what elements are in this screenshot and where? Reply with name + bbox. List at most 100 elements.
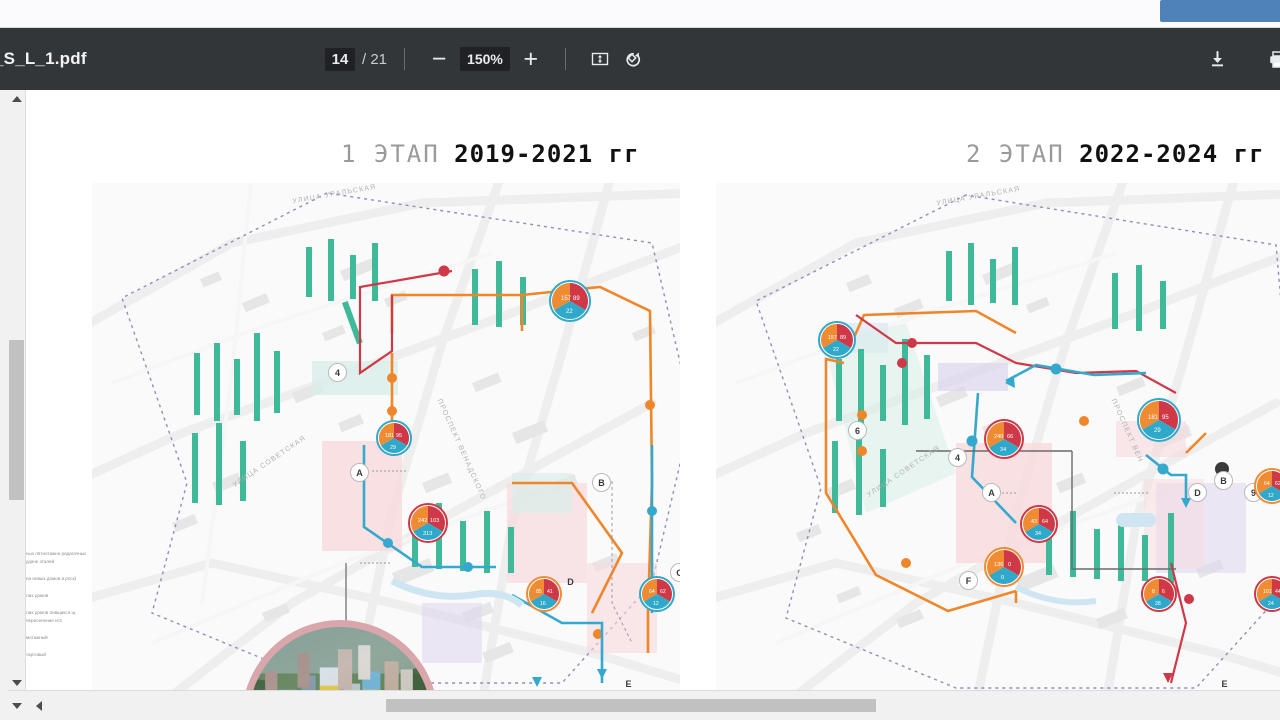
side-note: лих домов <box>26 593 49 599</box>
horizontal-scrollbar-thumb[interactable] <box>386 699 876 712</box>
pie-marker[interactable]: 85 41 16 <box>526 576 562 612</box>
page-count-label: / 21 <box>362 50 388 68</box>
svg-text:103: 103 <box>430 518 439 524</box>
toolbar-divider-2 <box>564 48 566 70</box>
rotate-button[interactable] <box>617 42 651 76</box>
stage-2-heading: 2 ЭТАП 2022-2024 гг <box>966 140 1265 168</box>
svg-text:181: 181 <box>1148 415 1159 421</box>
pie-marker[interactable]: 43 64 34 <box>1020 505 1058 543</box>
pie-marker[interactable]: 157 89 22 <box>818 321 856 359</box>
zoom-out-button[interactable]: − <box>422 42 456 76</box>
pie-chart-icon: 157 89 22 <box>818 321 856 359</box>
print-button[interactable] <box>1260 42 1280 76</box>
svg-text:66: 66 <box>1007 434 1013 440</box>
block-label-4[interactable]: 4 <box>328 363 347 382</box>
pie-marker[interactable]: 181 95 29 <box>376 420 412 456</box>
stage-1-years: 2019-2021 гг <box>454 140 640 168</box>
stage-1-heading: 1 ЭТАП 2019-2021 гг <box>341 140 640 168</box>
block-label-d[interactable]: D <box>1188 483 1207 502</box>
svg-text:313: 313 <box>423 531 432 537</box>
zoom-level-input[interactable]: 150% <box>460 47 510 71</box>
svg-text:43: 43 <box>1031 519 1037 525</box>
pie-marker[interactable]: 8 6 28 <box>1141 576 1177 612</box>
svg-text:89: 89 <box>573 296 580 302</box>
svg-text:240: 240 <box>994 434 1003 440</box>
svg-text:95: 95 <box>396 433 402 439</box>
side-note: на новых домов и рпск) <box>26 576 77 582</box>
stage-2-number: 2 ЭТАП <box>966 140 1065 168</box>
download-button[interactable] <box>1200 42 1234 76</box>
vertical-scrollbar[interactable] <box>8 90 26 691</box>
triangle-up-icon <box>11 95 22 102</box>
toolbar-right-group <box>1200 42 1280 76</box>
vertical-scrollbar-thumb[interactable] <box>9 340 24 500</box>
triangle-left-icon <box>35 700 42 711</box>
pie-marker[interactable]: 181 95 29 <box>1137 398 1181 442</box>
svg-text:157: 157 <box>561 296 572 302</box>
map-stage-1[interactable]: УЛИЦА УРАЛЬСКАЯ ПРОСПЕКТ ВЕНАДСКОГО УЛИЦ… <box>92 183 680 691</box>
block-label-d[interactable]: D <box>562 573 579 590</box>
scroll-down-button[interactable] <box>8 674 25 691</box>
pie-chart-icon: 181 95 29 <box>376 420 412 456</box>
pie-marker[interactable]: 136 0 0 <box>984 547 1024 587</box>
block-label-f[interactable]: F <box>959 571 978 590</box>
block-label-e[interactable]: E <box>1216 675 1233 691</box>
browser-top-action-button[interactable] <box>1160 0 1280 22</box>
toolbar-center-group: 14 / 21 − 150% + <box>325 42 651 76</box>
rotate-icon <box>626 51 641 67</box>
svg-text:95: 95 <box>1162 415 1169 421</box>
stage-2-years: 2022-2024 гг <box>1079 140 1265 168</box>
svg-text:12: 12 <box>1268 493 1274 499</box>
triangle-down-icon <box>11 679 22 686</box>
document-title: _S_L_1.pdf <box>0 49 87 68</box>
scroll-left-button[interactable] <box>30 697 47 714</box>
page-number-input[interactable]: 14 <box>325 47 355 71</box>
pie-chart-icon: 43 64 34 <box>1020 505 1058 543</box>
svg-text:16: 16 <box>540 601 546 607</box>
svg-text:157: 157 <box>828 335 837 341</box>
pie-marker[interactable]: 242 103 313 <box>408 503 448 543</box>
pie-marker[interactable]: 240 66 34 <box>984 419 1024 459</box>
svg-text:242: 242 <box>418 518 427 524</box>
block-label-4[interactable]: 4 <box>948 448 967 467</box>
fit-to-page-button[interactable] <box>583 42 617 76</box>
svg-text:101: 101 <box>1263 589 1272 595</box>
svg-text:22: 22 <box>566 309 573 315</box>
download-icon <box>1211 50 1223 66</box>
svg-text:34: 34 <box>1000 447 1006 453</box>
svg-text:62: 62 <box>1275 481 1280 487</box>
svg-text:28: 28 <box>1155 601 1161 607</box>
map-stage-2[interactable]: УЛИЦА УРАЛЬСКАЯ ПРОСПЕКТ ВЕН УЛИЦА СОВЕТ… <box>716 183 1280 691</box>
aerial-photo-stage-1 <box>242 620 438 691</box>
block-label-e[interactable]: E <box>620 675 637 691</box>
block-label-a[interactable]: A <box>350 463 369 482</box>
stage-1-number: 1 ЭТАП <box>341 140 440 168</box>
scroll-up-button[interactable] <box>8 90 25 107</box>
pie-marker[interactable]: 101 44 24 <box>1254 576 1280 612</box>
svg-text:181: 181 <box>385 433 394 439</box>
pie-marker[interactable]: 157 89 22 <box>549 280 591 322</box>
block-label-a[interactable]: A <box>982 483 1001 502</box>
svg-text:6: 6 <box>1162 589 1165 595</box>
fit-page-icon <box>591 52 609 66</box>
pie-chart-icon: 101 44 24 <box>1254 576 1280 612</box>
pie-chart-icon: 157 89 22 <box>549 280 591 322</box>
photo-content-1 <box>249 627 431 691</box>
print-icon <box>1269 50 1280 68</box>
svg-text:24: 24 <box>1268 601 1274 607</box>
zoom-in-button[interactable]: + <box>514 42 548 76</box>
svg-text:44: 44 <box>1275 589 1280 595</box>
triangle-down-icon <box>11 702 22 709</box>
svg-text:0: 0 <box>1008 562 1011 568</box>
horizontal-scrollbar[interactable] <box>8 690 1280 720</box>
block-label-b[interactable]: B <box>1214 471 1233 490</box>
pie-marker[interactable]: 64 62 12 <box>639 576 675 612</box>
block-label-6[interactable]: 6 <box>848 421 867 440</box>
pie-chart-icon: 8 6 28 <box>1141 576 1177 612</box>
block-label-b[interactable]: B <box>592 473 611 492</box>
svg-text:136: 136 <box>994 562 1003 568</box>
scroll-corner-down-button[interactable] <box>8 697 25 714</box>
pie-chart-icon: 240 66 34 <box>984 419 1024 459</box>
svg-text:12: 12 <box>653 601 659 607</box>
pie-marker[interactable]: 64 62 12 <box>1254 468 1280 504</box>
